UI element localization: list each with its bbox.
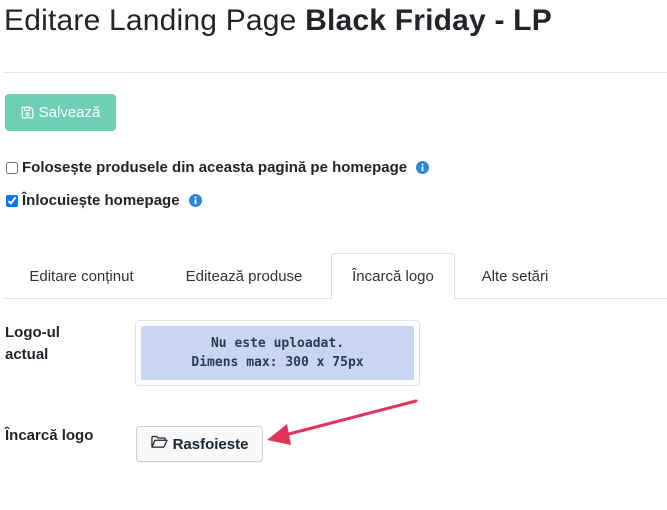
page-title: Editare Landing Page Black Friday - LP xyxy=(4,4,552,38)
logo-preview: Nu este uploadat. Dimens max: 300 x 75px xyxy=(135,320,420,386)
use-products-checkbox[interactable] xyxy=(6,161,18,174)
upload-logo-label: Încarcă logo xyxy=(5,427,94,444)
logo-placeholder-line2: Dimens max: 300 x 75px xyxy=(191,355,364,370)
current-logo-label: Logo-ul actual xyxy=(5,324,60,363)
info-circle-icon[interactable] xyxy=(188,194,202,207)
use-products-option[interactable]: Folosește produsele din aceasta pagină p… xyxy=(6,159,430,176)
browse-button[interactable]: Rasfoieste xyxy=(136,426,263,462)
tab-incarca-logo[interactable]: Încarcă logo xyxy=(331,253,455,300)
folder-open-icon xyxy=(150,435,168,453)
tab-bar: Editare conținut Editează produse Încarc… xyxy=(4,253,667,300)
tab-editeaza-produse[interactable]: Editează produse xyxy=(162,253,326,299)
logo-placeholder: Nu este uploadat. Dimens max: 300 x 75px xyxy=(141,326,414,380)
replace-homepage-label: Înlocuiește homepage xyxy=(22,192,180,209)
title-divider xyxy=(4,72,667,73)
page-title-prefix: Editare Landing Page xyxy=(4,4,297,37)
save-button[interactable]: Salvează xyxy=(5,94,116,131)
tab-alte-setari[interactable]: Alte setări xyxy=(459,253,571,299)
use-products-label: Folosește produsele din aceasta pagină p… xyxy=(22,159,408,176)
replace-homepage-option[interactable]: Înlocuiește homepage xyxy=(6,192,202,209)
browse-button-label: Rasfoieste xyxy=(172,435,249,453)
logo-placeholder-line1: Nu este uploadat. xyxy=(210,336,345,351)
page-title-name: Black Friday - LP xyxy=(305,4,552,37)
floppy-disk-icon xyxy=(21,106,34,119)
save-button-label: Salvează xyxy=(38,104,101,121)
tab-editare-continut[interactable]: Editare conținut xyxy=(4,253,159,299)
replace-homepage-checkbox[interactable] xyxy=(6,194,18,207)
info-circle-icon[interactable] xyxy=(416,161,430,174)
